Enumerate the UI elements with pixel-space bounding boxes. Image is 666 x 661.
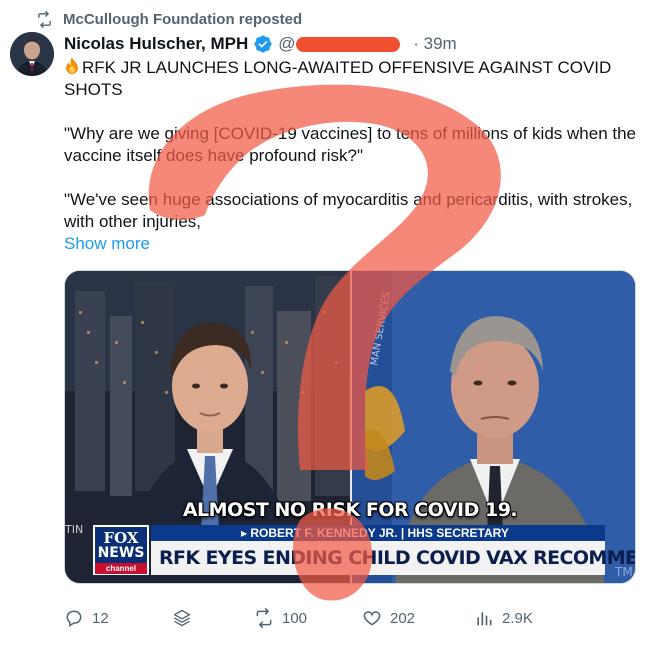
fire-icon <box>66 57 78 74</box>
repost-count: 100 <box>282 609 308 627</box>
repost-icon <box>256 608 272 628</box>
action-bar: 12 100 202 2.9K <box>64 606 624 630</box>
like-button[interactable]: 202 <box>362 606 415 630</box>
post-quote-2: "We've seen huge associations of myocard… <box>64 190 633 231</box>
repost-indicator[interactable]: McCullough Foundation reposted <box>36 8 302 30</box>
reply-icon <box>66 610 82 627</box>
author-handle[interactable]: @ <box>278 34 408 54</box>
logo-news-text: NEWS <box>97 545 145 561</box>
post-body: RFK JR LAUNCHES LONG-AWAITED OFFENSIVE A… <box>64 57 644 255</box>
views-button[interactable]: 2.9K <box>474 606 533 630</box>
verified-badge-icon[interactable] <box>253 34 273 54</box>
video-caption: ALMOST NO RISK FOR COVID 19. <box>182 499 518 521</box>
repost-label: McCullough Foundation reposted <box>63 10 303 28</box>
heart-icon <box>363 611 381 626</box>
post-header: Nicolas Hulscher, MPH @ · 39m <box>64 33 457 55</box>
logo-fox-text: FOX <box>103 529 139 547</box>
repost-button[interactable]: 100 <box>254 606 307 630</box>
layers-icon <box>173 609 191 627</box>
grok-button[interactable] <box>172 606 192 630</box>
repost-icon <box>38 10 51 28</box>
post-quote-1: "Why are we giving [COVID-19 vaccines] t… <box>64 124 636 165</box>
fox-news-logo: FOX NEWS channel <box>93 525 149 575</box>
lower-third-headline: RFK EYES ENDING CHILD COVID VAX RECOMMEN… <box>151 541 635 575</box>
post-headline: RFK JR LAUNCHES LONG-AWAITED OFFENSIVE A… <box>64 58 612 99</box>
post-time[interactable]: · 39m <box>413 34 456 54</box>
bar-chart-icon <box>477 612 492 626</box>
handle-prefix: @ <box>278 34 296 53</box>
left-edge-text: TIN <box>65 523 83 536</box>
author-name[interactable]: Nicolas Hulscher, MPH <box>64 34 248 54</box>
show-more-link[interactable]: Show more <box>64 233 644 255</box>
reply-button[interactable]: 12 <box>64 606 109 630</box>
lower-third-name: ▸ ROBERT F. KENNEDY JR. | HHS SECRETARY <box>151 525 605 541</box>
logo-channel-text: channel <box>95 563 147 574</box>
view-count: 2.9K <box>502 609 533 627</box>
reply-count: 12 <box>92 609 109 627</box>
redaction-scribble <box>296 37 401 52</box>
like-count: 202 <box>390 609 416 627</box>
avatar[interactable] <box>10 32 54 76</box>
video-media[interactable]: MAN SERVICES TIN TM ALMOST NO RISK FOR C… <box>64 270 636 584</box>
